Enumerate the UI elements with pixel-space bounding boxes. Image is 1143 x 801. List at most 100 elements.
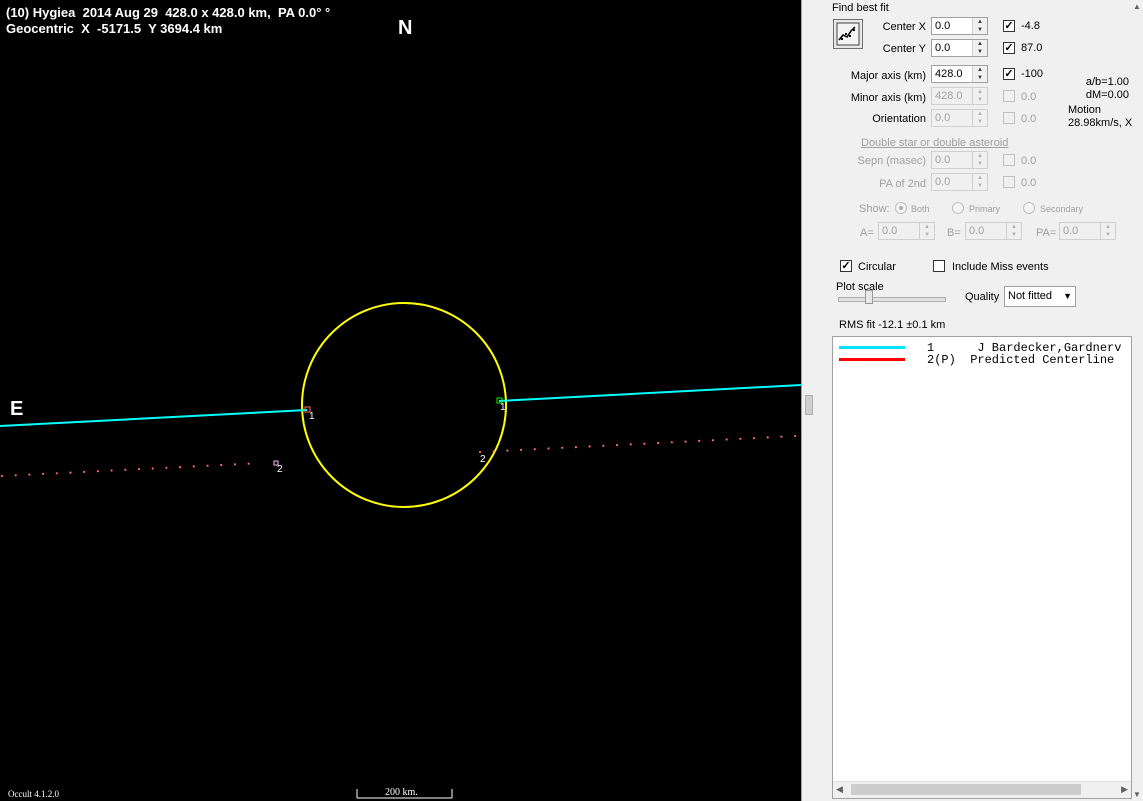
- find-best-fit-button[interactable]: [833, 19, 863, 49]
- scroll-up-icon[interactable]: ▲: [1133, 2, 1141, 11]
- predicted-dot: [725, 438, 728, 441]
- predicted-dot: [794, 434, 797, 438]
- predicted-dot: [83, 470, 86, 473]
- predicted-dot: [574, 446, 578, 449]
- center-y-input[interactable]: 0.0 ▲ ▼: [931, 39, 988, 57]
- scroll-down-icon[interactable]: ▼: [1133, 790, 1141, 799]
- predicted-dot: [520, 448, 523, 451]
- major-axis-result: -100: [1021, 68, 1044, 80]
- major-axis-label: Major axis (km): [850, 70, 926, 82]
- predicted-dot: [506, 449, 509, 452]
- b-spin-arrows[interactable]: ▲ ▼: [1006, 223, 1021, 239]
- splitter-grip[interactable]: [805, 395, 813, 415]
- fit-graph-icon: [836, 22, 860, 46]
- predicted-dot: [96, 470, 99, 473]
- a-input[interactable]: 0.0 ▲ ▼: [878, 222, 935, 240]
- chord-1-label-right: 1: [500, 402, 506, 413]
- pa-2nd-checkbox[interactable]: [1003, 176, 1015, 188]
- pa-2nd-spin-arrows[interactable]: ▲ ▼: [972, 174, 987, 190]
- include-miss-checkbox[interactable]: [933, 260, 945, 272]
- minor-axis-checkbox[interactable]: [1003, 90, 1015, 102]
- predicted-dot: [42, 472, 45, 475]
- orientation-spin-arrows[interactable]: ▲ ▼: [972, 110, 987, 126]
- vertical-scrollbar[interactable]: ▲ ▼: [1132, 0, 1143, 801]
- scroll-right-icon[interactable]: ▶: [1121, 784, 1128, 795]
- center-x-spin-arrows[interactable]: ▲ ▼: [972, 18, 987, 34]
- predicted-dot: [615, 444, 619, 447]
- scrollbar-thumb[interactable]: [851, 784, 1081, 795]
- predicted-dot: [69, 471, 72, 474]
- asteroid-outline: [301, 302, 507, 508]
- minor-axis-result: 0.0: [1021, 91, 1037, 103]
- minor-axis-input[interactable]: 428.0 ▲ ▼: [931, 87, 988, 105]
- predicted-dot: [533, 448, 536, 451]
- orientation-checkbox[interactable]: [1003, 112, 1015, 124]
- scroll-left-icon[interactable]: ◀: [836, 784, 843, 795]
- show-secondary-label: Secondary: [1040, 204, 1084, 214]
- orientation-input[interactable]: 0.0 ▲ ▼: [931, 109, 988, 127]
- center-x-result: -4.8: [1021, 20, 1040, 32]
- sepn-spin-arrows[interactable]: ▲ ▼: [972, 152, 987, 168]
- pa-2nd-input[interactable]: 0.0 ▲ ▼: [931, 173, 988, 191]
- predicted-dot: [670, 441, 673, 444]
- predicted-dot: [698, 439, 701, 442]
- b-input[interactable]: 0.0 ▲ ▼: [965, 222, 1022, 240]
- show-both-label: Both: [911, 204, 930, 214]
- motion-value: 28.98km/s, X: [1068, 117, 1133, 129]
- pa-spin-arrows[interactable]: ▲ ▼: [1100, 223, 1115, 239]
- predicted-dot: [602, 444, 605, 447]
- chord-color-swatch: [839, 346, 905, 349]
- show-primary-radio[interactable]: [952, 202, 964, 214]
- orientation-label: Orientation: [872, 113, 926, 125]
- find-best-fit-label: Find best fit: [832, 2, 889, 14]
- center-x-checkbox[interactable]: ✓: [1003, 20, 1015, 32]
- predicted-dot: [588, 445, 591, 448]
- include-miss-label: Include Miss events: [952, 261, 1049, 273]
- panel-splitter[interactable]: [801, 0, 815, 801]
- center-y-result: 87.0: [1021, 42, 1043, 54]
- center-y-spin-arrows[interactable]: ▲ ▼: [972, 40, 987, 56]
- chord-color-swatch: [839, 358, 905, 361]
- plot-scale-slider-thumb[interactable]: [865, 290, 873, 304]
- east-label: E: [10, 398, 24, 420]
- minor-axis-spin-arrows[interactable]: ▲ ▼: [972, 88, 987, 104]
- plot-subtitle: Geocentric X -5171.5 Y 3694.4 km: [6, 21, 223, 36]
- predicted-dot: [233, 463, 236, 466]
- circular-checkbox[interactable]: ✓: [840, 260, 852, 272]
- major-axis-input[interactable]: 428.0 ▲ ▼: [931, 65, 988, 83]
- horizontal-scrollbar[interactable]: ◀ ▶: [833, 781, 1131, 798]
- center-y-checkbox[interactable]: ✓: [1003, 42, 1015, 54]
- predicted-dot: [780, 435, 783, 438]
- predicted-dot: [478, 450, 482, 454]
- show-both-radio[interactable]: [895, 202, 907, 214]
- chord-1-label-left: 1: [309, 411, 315, 422]
- center-x-input[interactable]: 0.0 ▲ ▼: [931, 17, 988, 35]
- major-axis-spin-arrows[interactable]: ▲ ▼: [972, 66, 987, 82]
- chord-2-label-right: 2: [480, 454, 486, 465]
- sepn-input[interactable]: 0.0 ▲ ▼: [931, 151, 988, 169]
- major-axis-checkbox[interactable]: ✓: [1003, 68, 1015, 80]
- a-spin-arrows[interactable]: ▲ ▼: [919, 223, 934, 239]
- sepn-result: 0.0: [1021, 155, 1037, 167]
- rms-fit-label: RMS fit -12.1 ±0.1 km: [839, 319, 946, 331]
- predicted-dot: [110, 469, 113, 472]
- predicted-dot: [739, 437, 742, 440]
- sepn-checkbox[interactable]: [1003, 154, 1015, 166]
- plot-canvas: [0, 302, 801, 799]
- quality-select[interactable]: Not fitted ▼: [1004, 286, 1076, 307]
- predicted-centerline: [0, 434, 797, 478]
- pa-input[interactable]: 0.0 ▲ ▼: [1059, 222, 1116, 240]
- chord-entry-text: 2(P) Predicted Centerline: [927, 353, 1115, 367]
- chord-list[interactable]: 1 J Bardecker,Gardnerv 2(P) Predicted Ce…: [832, 336, 1132, 799]
- minor-axis-label: Minor axis (km): [850, 92, 926, 104]
- double-star-heading: Double star or double asteroid: [861, 137, 1009, 149]
- plot-scale-slider[interactable]: [838, 297, 946, 302]
- profile-plot[interactable]: (10) Hygiea 2014 Aug 29 428.0 x 428.0 km…: [0, 0, 801, 801]
- show-secondary-radio[interactable]: [1023, 202, 1035, 214]
- predicted-dot: [28, 473, 31, 476]
- fit-control-panel: Find best fit Center X 0.0 ▲ ▼ ✓ -4.8 Cen…: [815, 0, 1143, 801]
- pa-2nd-label: PA of 2nd: [879, 178, 926, 190]
- plot-scale-label: Plot scale: [836, 281, 884, 293]
- a-label: A=: [860, 227, 874, 239]
- predicted-dot: [206, 464, 209, 467]
